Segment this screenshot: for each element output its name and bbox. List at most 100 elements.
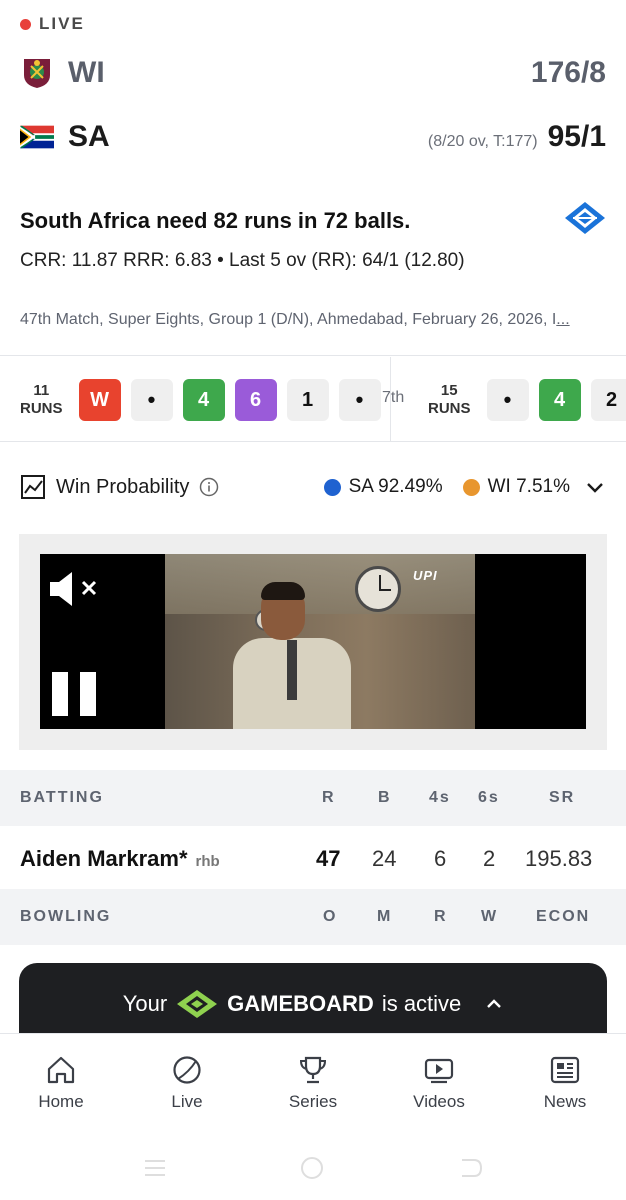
batter-balls: 24	[372, 846, 397, 871]
table-row[interactable]: Aiden Markram* rhb 47 24 6 2 195.83	[0, 826, 626, 889]
bowling-table-header: BOWLING O M R W ECON	[0, 889, 626, 945]
batter-name-text: Aiden Markram*	[20, 846, 188, 871]
divider	[0, 355, 626, 356]
over-runs-label: RUNS	[428, 400, 471, 417]
nav-label: Series	[288, 1092, 338, 1111]
info-icon[interactable]	[199, 477, 219, 497]
team-row-sa[interactable]: SA (8/20 ov, T:177) 95/1	[20, 120, 606, 154]
gameboard-brand: GAMEBOARD	[227, 991, 374, 1016]
batter-hand: rhb	[195, 853, 220, 870]
over-number: 7th	[382, 389, 405, 406]
ball-single: 1	[286, 379, 329, 421]
col-header-overs: O	[323, 908, 338, 925]
overs-strip[interactable]: 11 RUNS W • 4 6 1 • 7th 15 RUNS • 4 2	[0, 357, 626, 441]
wp-legend-sa: SA 92.49%	[323, 476, 443, 498]
team-row-wi[interactable]: WI 176/8	[20, 56, 606, 90]
video-ad-container: UPI	[19, 534, 607, 750]
chevron-up-icon[interactable]	[485, 995, 503, 1013]
cricket-ball-icon	[173, 1056, 201, 1084]
live-dot-icon	[20, 18, 31, 30]
team-abbr: WI	[68, 56, 105, 89]
gameboard-suffix: is active	[381, 991, 462, 1016]
home-button-icon[interactable]	[301, 1157, 323, 1179]
back-icon[interactable]	[458, 1157, 484, 1179]
video-icon	[424, 1058, 454, 1084]
ball-dot: •	[130, 379, 173, 421]
divider	[0, 441, 626, 442]
nav-label: News	[543, 1092, 587, 1111]
batter-runs: 47	[316, 846, 341, 871]
wp-wi-label: WI 7.51%	[487, 476, 570, 497]
col-header-wickets: W	[481, 908, 499, 925]
win-probability-title: Win Probability	[56, 475, 190, 498]
video-player[interactable]: UPI	[40, 554, 586, 729]
over-runs-label: RUNS	[20, 400, 63, 417]
ball-four: 4	[182, 379, 225, 421]
match-equation: South Africa need 82 runs in 72 balls.	[20, 208, 411, 233]
match-info[interactable]: 47th Match, Super Eights, Group 1 (D/N),…	[20, 311, 606, 329]
current-over: 15 RUNS • 4 2	[428, 379, 626, 421]
pause-icon[interactable]	[52, 672, 98, 718]
chart-icon	[21, 475, 45, 499]
batter-strike-rate: 195.83	[525, 846, 593, 871]
col-header-balls: B	[378, 789, 392, 806]
col-header-strike-rate: SR	[549, 789, 576, 806]
chevron-down-icon[interactable]	[584, 476, 606, 498]
ball-wicket: W	[78, 379, 121, 421]
over-runs-value: 11	[33, 382, 50, 399]
wi-dot-icon	[462, 478, 480, 496]
col-header-economy: ECON	[536, 908, 591, 925]
trophy-icon	[299, 1056, 327, 1084]
system-navigation-bar	[0, 1133, 626, 1200]
col-header-bowling: BOWLING	[20, 908, 112, 925]
previous-over: 11 RUNS W • 4 6 1 •	[20, 379, 381, 421]
batting-table-header: BATTING R B 4s 6s SR	[0, 770, 626, 826]
bottom-navigation: Home Live Series Videos News	[0, 1033, 626, 1133]
team-overs: (8/20 ov, T:177)	[427, 133, 538, 150]
nav-label: Videos	[413, 1092, 465, 1111]
col-header-runs: R	[322, 789, 336, 806]
west-indies-flag-icon	[20, 56, 54, 90]
upi-logo: UPI	[413, 568, 438, 583]
match-info-more: ...	[556, 311, 570, 328]
team-abbr: SA	[68, 120, 110, 153]
match-info-text: 47th Match, Super Eights, Group 1 (D/N),…	[20, 311, 557, 328]
col-header-sixes: 6s	[478, 789, 500, 806]
win-probability-row[interactable]: Win Probability SA 92.49% WI 7.51%	[20, 474, 606, 500]
col-header-runs: R	[434, 908, 448, 925]
run-rates: CRR: 11.87 RRR: 6.83 • Last 5 ov (RR): 6…	[20, 250, 465, 271]
batter-sixes: 2	[483, 846, 496, 871]
ball-six: 6	[234, 379, 277, 421]
team-score: 176/8	[530, 56, 606, 89]
gameboard-logo-icon	[177, 990, 218, 1018]
wp-sa-label: SA 92.49%	[348, 476, 443, 497]
nav-item-home[interactable]: Home	[11, 1054, 111, 1112]
dream11-logo-icon[interactable]	[563, 200, 607, 236]
nav-item-news[interactable]: News	[515, 1054, 615, 1112]
col-header-fours: 4s	[429, 789, 451, 806]
nav-item-live[interactable]: Live	[137, 1054, 237, 1112]
ball-dot: •	[486, 379, 529, 421]
win-probability-legend: SA 92.49% WI 7.51%	[312, 476, 570, 498]
nav-label: Live	[171, 1092, 203, 1111]
live-indicator: LIVE	[20, 14, 85, 34]
nav-item-videos[interactable]: Videos	[389, 1054, 489, 1112]
ball-dot: •	[338, 379, 381, 421]
ball-four: 4	[538, 379, 581, 421]
ball-double: 2	[590, 379, 626, 421]
recent-apps-icon[interactable]	[144, 1158, 166, 1178]
over-runs: 15 RUNS	[428, 382, 471, 418]
nav-item-series[interactable]: Series	[263, 1054, 363, 1112]
news-icon	[550, 1056, 580, 1084]
gameboard-banner[interactable]: Your GAMEBOARD is active	[19, 963, 607, 1043]
divider	[390, 357, 391, 441]
mute-icon[interactable]	[50, 570, 106, 608]
live-label: LIVE	[39, 14, 85, 33]
nav-label: Home	[38, 1092, 84, 1111]
col-header-batting: BATTING	[20, 789, 104, 806]
col-header-maidens: M	[377, 908, 393, 925]
gameboard-prefix: Your	[122, 991, 168, 1016]
batter-name: Aiden Markram* rhb	[20, 846, 220, 872]
over-runs-value: 15	[440, 382, 458, 399]
home-icon	[47, 1056, 75, 1084]
